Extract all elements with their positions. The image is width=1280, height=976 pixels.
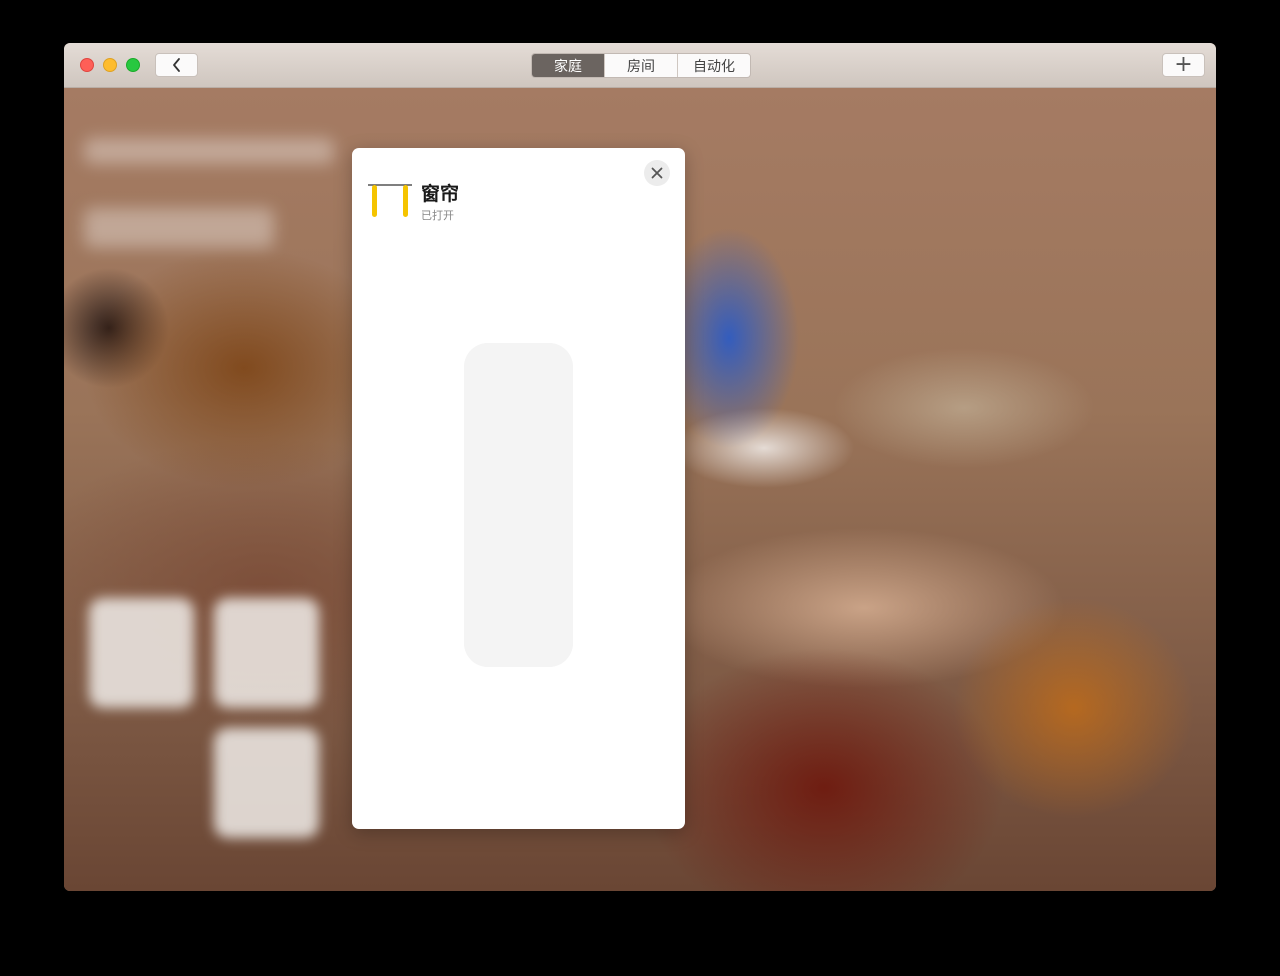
blurred-accessory-tile: [214, 598, 319, 708]
blurred-accessory-tile: [89, 598, 194, 708]
add-button[interactable]: +: [1162, 53, 1205, 77]
blurred-accessory-tile: [214, 728, 319, 838]
tab-home[interactable]: 家庭: [532, 54, 604, 77]
accessory-detail-card: 窗帘 已打开: [352, 148, 685, 829]
curtain-position-slider[interactable]: [464, 343, 573, 667]
accessory-name: 窗帘: [421, 183, 460, 205]
blurred-title: [84, 208, 274, 248]
close-window-button[interactable]: [80, 58, 94, 72]
view-tabs: 家庭 房间 自动化: [531, 53, 751, 78]
tab-rooms[interactable]: 房间: [604, 54, 677, 77]
close-card-button[interactable]: [644, 160, 670, 186]
close-icon: [651, 167, 663, 179]
blurred-home-background: 窗帘 已打开: [64, 88, 1216, 891]
tab-automation[interactable]: 自动化: [677, 54, 750, 77]
minimize-window-button[interactable]: [103, 58, 117, 72]
accessory-status: 已打开: [421, 209, 454, 222]
plus-icon: +: [1174, 52, 1193, 77]
title-bar: 家庭 房间 自动化 +: [64, 43, 1216, 88]
chevron-left-icon: [172, 58, 180, 72]
curtain-icon: [368, 184, 412, 217]
slider-fill: [464, 343, 573, 667]
back-button[interactable]: [155, 53, 198, 77]
home-app-window: 家庭 房间 自动化 + 窗帘 已打开: [64, 43, 1216, 891]
zoom-window-button[interactable]: [126, 58, 140, 72]
blurred-heading: [84, 138, 334, 164]
